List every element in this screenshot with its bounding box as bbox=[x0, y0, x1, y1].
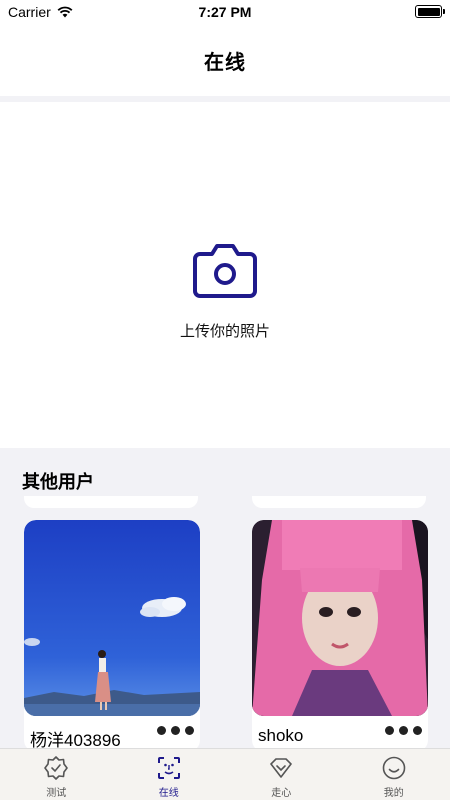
tab-label: 我的 bbox=[383, 788, 404, 799]
tab-mine[interactable]: 我的 bbox=[338, 749, 450, 800]
user-name: shoko bbox=[258, 726, 304, 745]
more-options-icon[interactable] bbox=[385, 726, 422, 735]
navigation-bar: 在线 bbox=[0, 24, 450, 96]
card-stub bbox=[24, 496, 198, 508]
page-title: 在线 bbox=[204, 51, 246, 74]
tab-heart[interactable]: 走心 bbox=[225, 749, 338, 800]
user-card[interactable]: 杨洋403896 bbox=[24, 520, 200, 752]
section-title: 其他用户 bbox=[22, 472, 94, 492]
status-bar: Carrier 7:27 PM bbox=[0, 0, 450, 24]
battery-icon bbox=[415, 5, 445, 18]
card-stub bbox=[252, 496, 426, 508]
status-time: 7:27 PM bbox=[198, 4, 252, 20]
upload-photo-label: 上传你的照片 bbox=[179, 323, 270, 340]
badge-check-icon bbox=[44, 756, 69, 780]
more-options-icon[interactable] bbox=[157, 726, 194, 735]
tab-label: 在线 bbox=[158, 788, 179, 799]
face-scan-icon bbox=[157, 757, 180, 779]
user-photo[interactable] bbox=[252, 520, 428, 716]
camera-icon[interactable] bbox=[192, 240, 258, 300]
tab-online[interactable]: 在线 bbox=[113, 749, 226, 800]
smile-icon bbox=[382, 756, 406, 780]
tab-bar: 测试 在线 走心 我的 bbox=[0, 748, 450, 800]
user-card[interactable]: shoko bbox=[252, 520, 428, 752]
tab-label: 测试 bbox=[46, 788, 67, 799]
heart-diamond-icon bbox=[270, 758, 293, 778]
user-photo[interactable] bbox=[24, 520, 200, 716]
tab-test[interactable]: 测试 bbox=[0, 749, 113, 800]
tab-label: 走心 bbox=[271, 788, 292, 799]
upload-photo-area[interactable]: 上传你的照片 bbox=[0, 102, 450, 448]
